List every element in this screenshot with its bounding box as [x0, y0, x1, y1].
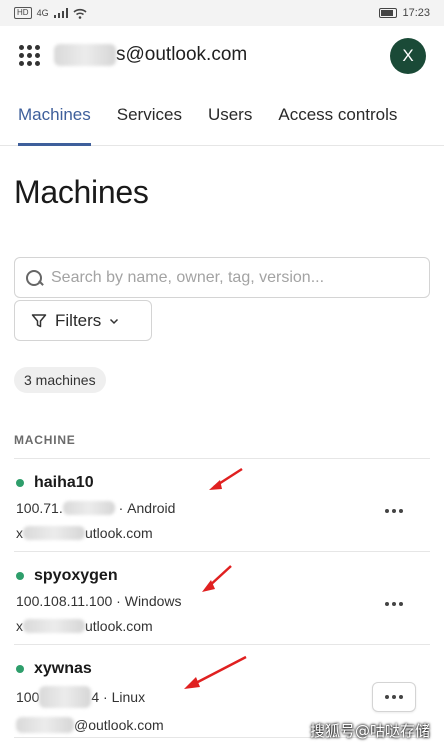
tab-users[interactable]: Users	[208, 84, 252, 146]
more-options-button[interactable]	[372, 496, 416, 526]
app-header: s@outlook.com X	[0, 26, 444, 84]
signal-label: 4G	[36, 8, 49, 18]
more-options-button[interactable]	[372, 682, 416, 712]
main-content: Machines Filters 3 machines MACHINE haih…	[0, 174, 444, 738]
more-options-button[interactable]	[372, 589, 416, 619]
redacted-owner	[23, 619, 85, 633]
filter-icon	[31, 313, 47, 327]
machine-name-text: spyoxygen	[34, 567, 118, 584]
hd-indicator: HD	[14, 7, 32, 19]
owner-initial: x	[16, 525, 23, 541]
chevron-down-icon	[110, 318, 119, 324]
machine-os: Windows	[124, 593, 182, 609]
online-status-dot	[16, 572, 24, 580]
machine-owner: x utlook.com	[16, 525, 430, 541]
search-box[interactable]	[14, 257, 430, 298]
filters-button[interactable]: Filters	[14, 300, 152, 341]
machine-meta: 100.108.11.100 · Windows	[16, 593, 430, 609]
search-input[interactable]	[51, 268, 411, 287]
machine-name-text: xywnas	[34, 660, 92, 677]
tab-access-controls[interactable]: Access controls	[278, 84, 397, 146]
nav-tabs: Machines Services Users Access controls	[0, 84, 444, 146]
machine-os: Android	[127, 500, 176, 516]
annotation-arrow	[184, 655, 247, 689]
redacted-ip	[39, 686, 92, 708]
machine-list: haiha10 100.71. · Android x utlook.com s…	[14, 459, 430, 738]
avatar[interactable]: X	[390, 38, 426, 74]
page-title: Machines	[14, 174, 149, 210]
meta-separator: ·	[99, 689, 112, 705]
owner-text: utlook.com	[85, 525, 153, 541]
online-status-dot	[16, 665, 24, 673]
machine-name-text: haiha10	[34, 474, 94, 491]
watermark: 搜狐号@咕哒存储	[309, 722, 430, 740]
account-email[interactable]: s@outlook.com	[54, 44, 247, 66]
status-left: HD 4G	[14, 7, 87, 19]
annotation-arrow	[202, 565, 232, 592]
tab-machines[interactable]: Machines	[18, 84, 91, 146]
redacted-ip	[62, 501, 115, 515]
owner-text: @outlook.com	[74, 717, 164, 733]
clock: 17:23	[402, 7, 430, 19]
app-switcher-icon[interactable]	[18, 44, 40, 66]
status-right: 17:23	[379, 7, 430, 19]
machine-owner: x utlook.com	[16, 618, 430, 634]
annotation-arrow	[209, 467, 243, 490]
signal-icon	[53, 8, 68, 18]
redacted-email-prefix	[54, 44, 116, 66]
table-row[interactable]: haiha10 100.71. · Android x utlook.com	[14, 459, 430, 552]
machine-os: Linux	[111, 689, 146, 705]
table-row[interactable]: spyoxygen 100.108.11.100 · Windows x utl…	[14, 552, 430, 645]
machine-ip: 100	[16, 689, 40, 705]
redacted-owner	[16, 717, 74, 733]
machine-ip: 100.108.11.100	[16, 593, 113, 609]
column-header-machine: MACHINE	[14, 433, 430, 459]
search-icon	[25, 269, 43, 287]
meta-separator: ·	[112, 593, 125, 609]
machine-meta: 100.71. · Android	[16, 500, 430, 516]
battery-icon	[379, 8, 398, 18]
machine-count-badge: 3 machines	[14, 367, 106, 393]
redacted-owner	[23, 526, 85, 540]
account-email-text: s@outlook.com	[116, 44, 248, 65]
wifi-icon	[73, 8, 87, 19]
meta-separator: ·	[114, 500, 128, 516]
filters-label: Filters	[55, 310, 102, 330]
owner-initial: x	[16, 618, 23, 634]
owner-text: utlook.com	[85, 618, 153, 634]
machine-ip-suffix: 4	[91, 689, 100, 705]
status-bar: HD 4G 17:23	[0, 0, 444, 26]
online-status-dot	[16, 479, 24, 487]
machine-ip: 100.71.	[16, 500, 63, 516]
tab-services[interactable]: Services	[117, 84, 182, 146]
